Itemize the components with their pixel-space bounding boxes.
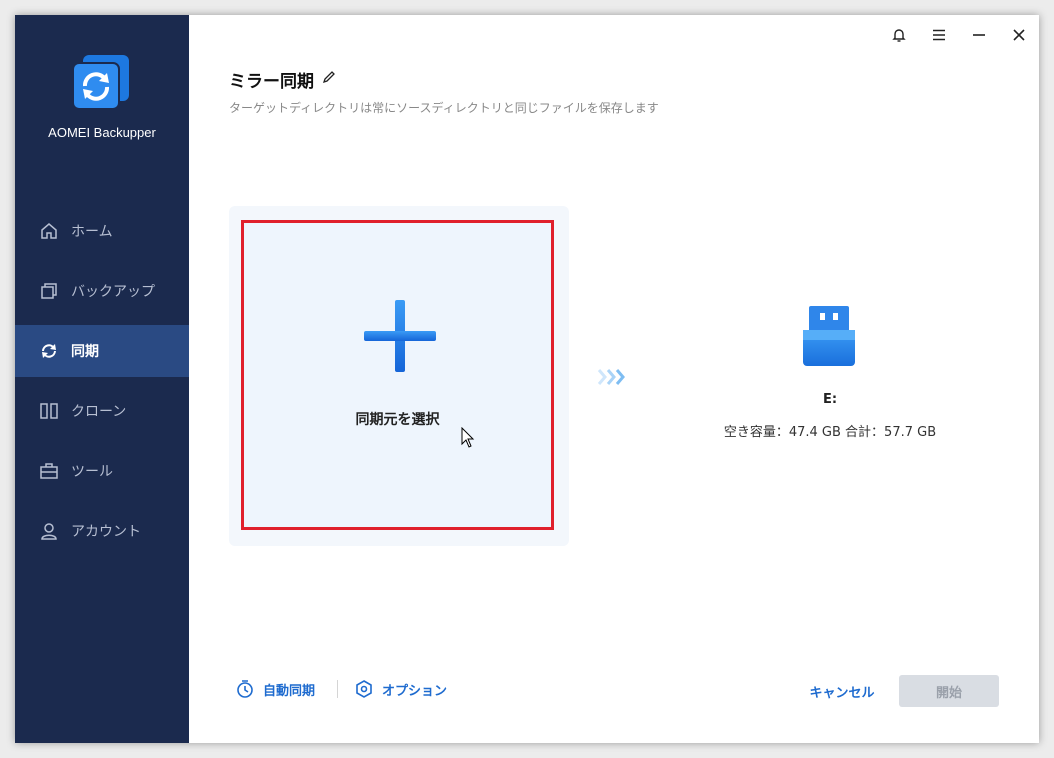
- sync-icon: [42, 344, 56, 358]
- timer-icon: [237, 680, 253, 698]
- divider: [337, 680, 339, 698]
- minimize-icon: [973, 34, 985, 36]
- drive-capacity: 空き容量：47.4 GB 合計：57.7 GB: [723, 425, 937, 440]
- app-logo-icon: [71, 53, 131, 113]
- edit-pencil-icon[interactable]: [321, 69, 337, 85]
- clone-icon: [40, 403, 58, 419]
- notifications-button[interactable]: [879, 21, 919, 49]
- bell-icon: [892, 29, 906, 42]
- destination-drive[interactable]: E: 空き容量：47.4 GB 合計：57.7 GB: [705, 300, 955, 440]
- sidebar-item-label: クローン: [71, 404, 127, 420]
- sidebar-item-label: アカウント: [71, 524, 141, 540]
- page-subtitle: ターゲットディレクトリは常にソースディレクトリと同じファイルを保存します: [229, 101, 659, 115]
- sidebar-item-account[interactable]: アカウント: [15, 505, 189, 557]
- cancel-button[interactable]: キャンセル: [797, 676, 887, 706]
- options-label: オプション: [382, 683, 448, 699]
- sidebar-item-tools[interactable]: ツール: [15, 445, 189, 497]
- menu-button[interactable]: [919, 21, 959, 49]
- user-icon: [41, 523, 57, 540]
- source-label: 同期元を選択: [355, 412, 440, 428]
- close-icon: [1013, 29, 1025, 41]
- direction-arrows-icon: [597, 369, 625, 385]
- settings-hex-icon: [356, 680, 372, 698]
- menu-icon: [933, 29, 945, 41]
- sidebar-item-clone[interactable]: クローン: [15, 385, 189, 437]
- plus-icon: [364, 300, 436, 372]
- footer-links: 自動同期 オプション: [235, 679, 447, 699]
- toolbox-icon: [40, 463, 58, 479]
- auto-sync-label: 自動同期: [263, 683, 316, 699]
- sidebar-item-label: ホーム: [71, 224, 113, 240]
- sidebar-item-label: 同期: [71, 344, 99, 360]
- backup-icon: [41, 283, 57, 299]
- start-button[interactable]: 開始: [899, 675, 999, 707]
- app-name: AOMEI Backupper: [48, 125, 156, 140]
- drive-name: E:: [822, 392, 838, 407]
- sidebar-item-backup[interactable]: バックアップ: [15, 265, 189, 317]
- close-button[interactable]: [999, 21, 1039, 49]
- app-window: AOMEI Backupper ホーム バックアップ 同期 クローン ツール ア…: [15, 15, 1039, 743]
- sidebar-item-label: バックアップ: [71, 284, 155, 300]
- home-icon: [41, 223, 57, 239]
- select-source-button[interactable]: 同期元を選択: [241, 220, 554, 530]
- options-button[interactable]: オプション: [354, 679, 447, 699]
- mouse-cursor-icon: [461, 427, 475, 448]
- titlebar-controls: [879, 21, 1039, 49]
- sidebar-item-label: ツール: [71, 464, 113, 480]
- sidebar-nav: ホーム バックアップ 同期 クローン ツール アカウント: [15, 205, 189, 565]
- sidebar-item-sync[interactable]: 同期: [15, 325, 189, 377]
- auto-sync-button[interactable]: 自動同期: [235, 679, 315, 699]
- sidebar: AOMEI Backupper ホーム バックアップ 同期 クローン ツール ア…: [15, 15, 189, 743]
- sidebar-item-home[interactable]: ホーム: [15, 205, 189, 257]
- page-title: ミラー同期: [229, 72, 314, 92]
- usb-drive-icon: [803, 306, 855, 366]
- minimize-button[interactable]: [959, 21, 999, 49]
